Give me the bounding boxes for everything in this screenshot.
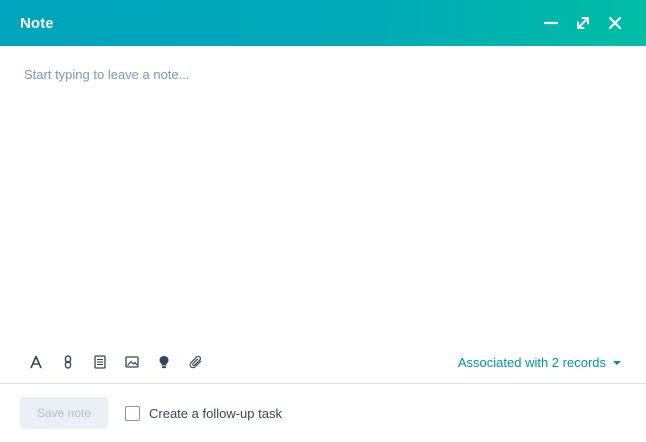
- associations-label: Associated with 2 records: [457, 354, 606, 370]
- follow-up-checkbox[interactable]: [125, 405, 140, 421]
- follow-up-label: Create a follow-up task: [149, 405, 282, 421]
- close-icon[interactable]: [606, 14, 624, 32]
- caret-down-icon: [612, 353, 622, 371]
- save-note-button[interactable]: Save note: [20, 397, 108, 429]
- text-format-icon[interactable]: [28, 354, 44, 370]
- insert-icon[interactable]: [156, 354, 172, 370]
- follow-up-task-option[interactable]: Create a follow-up task: [125, 405, 282, 421]
- note-footer: Save note Create a follow-up task: [0, 384, 646, 442]
- note-editor[interactable]: Start typing to leave a note...: [0, 46, 646, 336]
- expand-icon[interactable]: [574, 14, 592, 32]
- minimize-icon[interactable]: [542, 14, 560, 32]
- associations-dropdown[interactable]: Associated with 2 records: [458, 353, 622, 371]
- note-header: Note: [0, 0, 646, 46]
- snippet-icon[interactable]: [92, 354, 108, 370]
- editor-placeholder: Start typing to leave a note...: [24, 67, 190, 82]
- note-title: Note: [20, 14, 54, 32]
- image-icon[interactable]: [124, 354, 140, 370]
- editor-toolbar: Associated with 2 records: [0, 348, 646, 376]
- attachment-icon[interactable]: [188, 354, 204, 370]
- link-icon[interactable]: [60, 354, 76, 370]
- formatting-tools: [28, 354, 204, 370]
- window-controls: [542, 14, 624, 32]
